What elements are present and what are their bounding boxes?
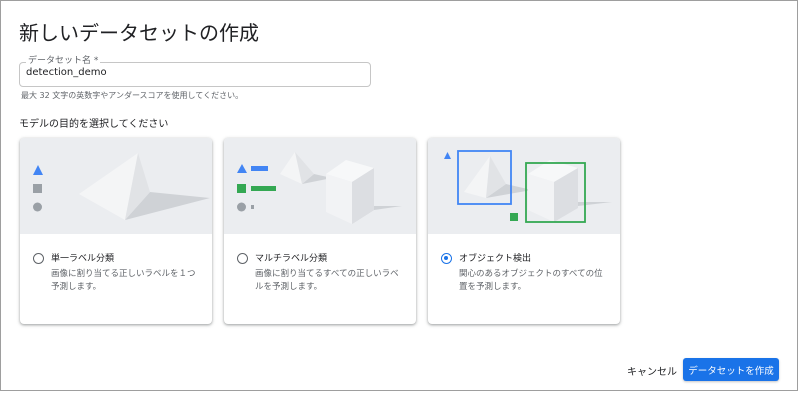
dataset-name-hint: 最大 32 文字の英数字やアンダースコアを使用してください。 bbox=[21, 91, 244, 100]
create-dataset-dialog: 新しいデータセットの作成 データセット名 * 最大 32 文字の英数字やアンダー… bbox=[0, 0, 798, 391]
cube-front bbox=[326, 174, 352, 224]
objective-card-multi-label[interactable]: マルチラベル分類 画像に割り当てるすべての正しいラベルを予測します。 bbox=[224, 138, 416, 324]
circle-icon bbox=[33, 202, 42, 212]
circle-icon bbox=[237, 202, 246, 212]
gray-bar-icon bbox=[251, 205, 254, 209]
multi-label-description: 画像に割り当てるすべての正しいラベルを予測します。 bbox=[255, 269, 399, 292]
triangle-icon bbox=[33, 165, 43, 175]
multi-label-illustration bbox=[224, 138, 416, 234]
blue-bar-icon bbox=[251, 166, 268, 171]
dataset-name-input[interactable] bbox=[26, 67, 356, 78]
single-label-description: 画像に割り当てる正しいラベルを１つ予測します。 bbox=[51, 269, 196, 292]
dataset-name-label: データセット名 * bbox=[26, 55, 101, 67]
object-detection-title: オブジェクト検出 bbox=[459, 254, 532, 264]
dialog-title: 新しいデータセットの作成 bbox=[19, 21, 259, 45]
green-square-icon bbox=[237, 184, 246, 193]
objective-label: モデルの目的を選択してください bbox=[19, 119, 169, 130]
create-dataset-button[interactable]: データセットを作成 bbox=[683, 358, 779, 381]
triangle-icon bbox=[444, 152, 451, 159]
single-label-radio[interactable] bbox=[33, 253, 44, 264]
object-detection-radio[interactable] bbox=[441, 253, 452, 264]
objective-card-object-detection[interactable]: オブジェクト検出 関心のあるオブジェクトのすべての位置を予測します。 bbox=[428, 138, 620, 324]
objective-card-single-label[interactable]: 単一ラベル分類 画像に割り当てる正しいラベルを１つ予測します。 bbox=[20, 138, 212, 324]
cancel-button[interactable]: キャンセル bbox=[621, 359, 683, 381]
multi-label-radio[interactable] bbox=[237, 253, 248, 264]
square-icon bbox=[33, 184, 42, 193]
dataset-name-field[interactable]: データセット名 * bbox=[19, 55, 371, 87]
single-label-title: 単一ラベル分類 bbox=[51, 254, 115, 264]
single-label-illustration bbox=[20, 138, 212, 234]
green-bar-icon bbox=[251, 186, 276, 191]
triangle-icon bbox=[237, 164, 247, 173]
multi-label-title: マルチラベル分類 bbox=[255, 254, 328, 264]
cube-front bbox=[528, 174, 554, 222]
green-square-icon bbox=[510, 213, 518, 221]
object-detection-description: 関心のあるオブジェクトのすべての位置を予測します。 bbox=[459, 269, 603, 292]
pyramid-left-face bbox=[464, 156, 490, 198]
object-detection-illustration bbox=[428, 138, 620, 234]
